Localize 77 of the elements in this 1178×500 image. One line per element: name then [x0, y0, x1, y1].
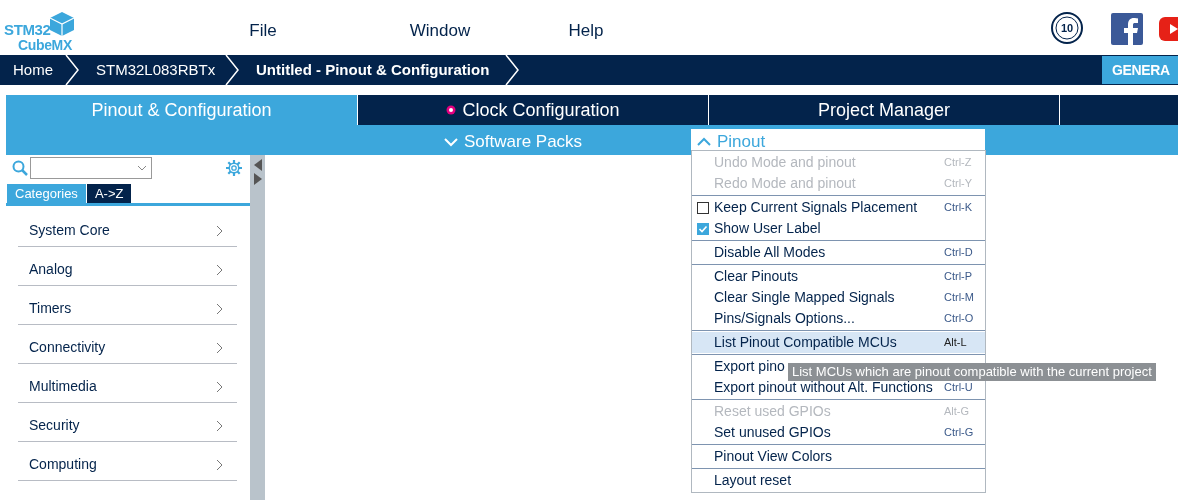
menu-item[interactable]: Pins/Signals Options... Ctrl-O: [692, 308, 985, 329]
anniversary-badge-icon: 10: [1051, 12, 1083, 44]
menu-shortcut: Alt-L: [944, 335, 968, 351]
category-item[interactable]: Multimedia: [18, 364, 237, 403]
menu-shortcut: Alt-G: [944, 404, 971, 420]
view-tab[interactable]: A->Z: [86, 184, 132, 203]
menu-item-label: Export pinout without Alt. Functions: [714, 379, 933, 397]
menu-item[interactable]: File: [249, 18, 277, 44]
triangle-left-icon[interactable]: [253, 159, 262, 171]
menu-shortcut: Ctrl-K: [944, 200, 974, 216]
category-item[interactable]: Security: [18, 403, 237, 442]
tooltip: List MCUs which are pinout compatible with the current project: [788, 363, 1156, 381]
menu-shortcut: Ctrl-O: [944, 311, 975, 327]
triangle-right-icon[interactable]: [253, 173, 262, 185]
menu-shortcut: Ctrl-P: [944, 269, 974, 285]
menu-item[interactable]: Clear Single Mapped Signals Ctrl-M: [692, 287, 985, 308]
menu-item[interactable]: Set unused GPIOs Ctrl-G: [692, 422, 985, 443]
menu-item-label: List Pinout Compatible MCUs: [714, 333, 897, 352]
menu-item[interactable]: Clear Pinouts Ctrl-P: [692, 266, 985, 287]
chevron-separator-icon: [224, 55, 240, 85]
chevron-down-icon: [137, 165, 147, 171]
menu-item-label: Disable All Modes: [714, 243, 826, 262]
category-item[interactable]: Connectivity: [18, 325, 237, 364]
chevron-right-icon: [216, 420, 223, 432]
category-item[interactable]: Analog: [18, 247, 237, 286]
menu-item[interactable]: Show User Label: [692, 218, 985, 239]
chevron-right-icon: [216, 342, 223, 354]
menu-item-label: Undo Mode and pinout: [714, 153, 856, 172]
menu-item-label: Layout reset: [714, 471, 792, 490]
menu-shortcut: Ctrl-Z: [944, 155, 973, 171]
facebook-icon[interactable]: [1111, 13, 1143, 45]
chevron-right-icon: [216, 459, 223, 471]
menu-shortcut: Ctrl-M: [944, 290, 975, 306]
menu-item-label: Set unused GPIOs: [714, 423, 831, 442]
menu-shortcut: Ctrl-D: [944, 245, 974, 261]
menu-item[interactable]: Help: [568, 18, 604, 44]
chevron-up-icon: [697, 137, 711, 147]
checkbox[interactable]: [697, 201, 709, 214]
breadcrumb-item[interactable]: Home: [0, 55, 78, 85]
chevron-right-icon: [216, 225, 223, 237]
menu-shortcut: Ctrl-G: [944, 425, 975, 441]
menu-item-label: Show User Label: [714, 219, 821, 238]
video-play-icon[interactable]: [1159, 17, 1178, 41]
menu-item[interactable]: Keep Current Signals Placement Ctrl-K: [692, 197, 985, 218]
menu-shortcut: Ctrl-Y: [944, 176, 974, 192]
settings-icon[interactable]: [225, 159, 243, 177]
chevron-separator-icon: [64, 55, 80, 85]
tab[interactable]: Project Manager: [709, 95, 1059, 125]
search-combobox[interactable]: [30, 157, 152, 179]
chevron-right-icon: [216, 264, 223, 276]
chevron-right-icon: [216, 303, 223, 315]
menu-item[interactable]: Layout reset: [692, 470, 985, 491]
menu-item[interactable]: Pinout View Colors: [692, 446, 985, 467]
breadcrumb-item[interactable]: STM32L083RBTx: [78, 55, 238, 85]
menu-shortcut: Ctrl-U: [944, 380, 974, 396]
menu-item-label: Keep Current Signals Placement: [714, 198, 918, 217]
menu-item-label: Reset used GPIOs: [714, 402, 831, 421]
menu-item[interactable]: Disable All Modes Ctrl-D: [692, 242, 985, 263]
menu-item-label: Clear Single Mapped Signals: [714, 288, 895, 307]
category-item[interactable]: System Core: [18, 208, 237, 247]
category-item[interactable]: Timers: [18, 286, 237, 325]
menu-item-label: Pinout View Colors: [714, 447, 833, 466]
menu-item-label: Redo Mode and pinout: [714, 174, 856, 193]
checkbox[interactable]: [697, 222, 709, 235]
menu-item[interactable]: List Pinout Compatible MCUs Alt-L: [692, 332, 985, 353]
search-icon: [12, 160, 28, 176]
error-icon: [446, 105, 457, 115]
chevron-right-icon: [216, 381, 223, 393]
app-logo: STM32 CubeMX: [4, 5, 76, 52]
chevron-separator-icon: [504, 55, 520, 85]
menu-item-label: Pins/Signals Options...: [714, 309, 855, 328]
menu-item-label: Clear Pinouts: [714, 267, 799, 286]
chevron-down-icon: [444, 136, 458, 147]
menu-item[interactable]: Window: [409, 18, 471, 44]
tab[interactable]: Clock Configuration: [358, 95, 708, 125]
breadcrumb-item[interactable]: Untitled - Pinout & Configuration: [238, 55, 518, 85]
category-item[interactable]: Computing: [18, 442, 237, 481]
